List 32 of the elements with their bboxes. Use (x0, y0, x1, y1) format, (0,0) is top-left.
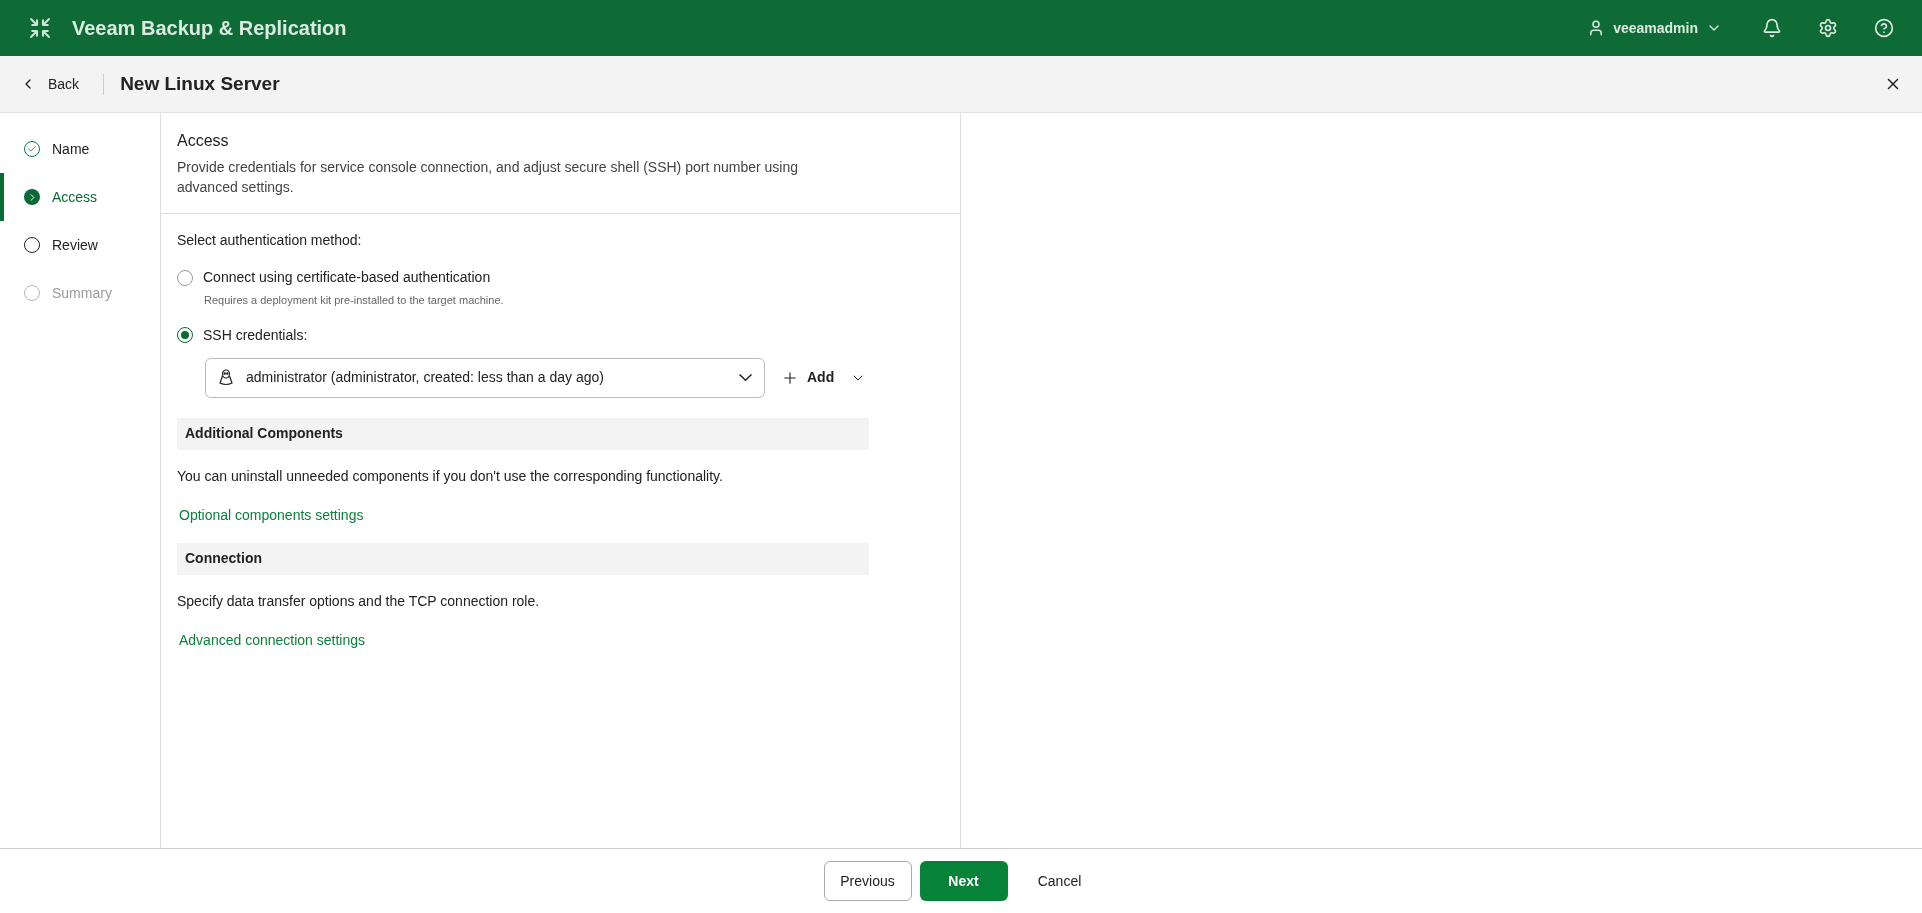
group-header: Connection (177, 542, 869, 575)
settings-link[interactable]: Advanced connection settings (179, 631, 365, 648)
section-description: Provide credentials for service console connection, and adjust secure shell (SSH) port number using advanced settings. (177, 158, 799, 197)
chevron-down-icon (739, 374, 752, 381)
settings-icon[interactable] (1818, 18, 1838, 38)
radio-label[interactable]: SSH credentials: (203, 324, 308, 346)
penguin-icon (218, 368, 234, 387)
settings-link[interactable]: Optional components settings (179, 506, 364, 523)
credentials-dropdown[interactable]: administrator (administrator, created: less than a day ago) (205, 357, 765, 398)
wizard-step[interactable]: Review (0, 221, 160, 269)
back-button[interactable]: Back (20, 73, 105, 95)
logo-icon (28, 16, 52, 40)
radio-button[interactable] (177, 269, 193, 286)
auth-method-label: Select authentication method: (177, 231, 363, 250)
add-button[interactable]: Add (781, 367, 867, 388)
app-title: Veeam Backup & Replication (72, 16, 347, 41)
option-hint: Requires a deployment kit pre-installed to the target machine. (204, 293, 505, 308)
user-menu[interactable]: veeamadmin (1587, 17, 1722, 39)
help-icon[interactable] (1874, 18, 1894, 38)
group-description: You can uninstall unneeded components if you don't use the corresponding functionality. (177, 466, 724, 486)
next-button[interactable]: Next (919, 861, 1008, 901)
radio-button[interactable] (177, 327, 193, 343)
cancel-button[interactable]: Cancel (1015, 861, 1104, 901)
radio-label[interactable]: Connect using certificate-based authentication (203, 267, 491, 288)
notification-icon[interactable] (1762, 18, 1782, 38)
previous-button[interactable]: Previous (823, 861, 912, 901)
group-header: Additional Components (177, 417, 869, 450)
wizard-step[interactable]: Name (0, 125, 160, 173)
wizard-title: New Linux Server (120, 71, 280, 96)
group-description: Specify data transfer options and the TCP connection role. (177, 591, 541, 611)
wizard-step[interactable]: Access (0, 173, 160, 221)
section-title: Access (177, 131, 230, 151)
